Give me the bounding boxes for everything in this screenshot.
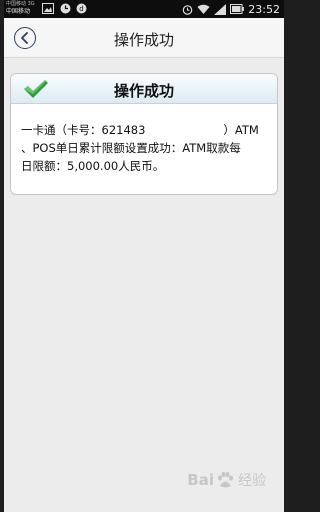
nav-header: 操作成功 bbox=[4, 18, 284, 58]
carrier-block: 中国移动 3G 中国移动 bbox=[6, 1, 40, 16]
message-line-1-end: ）ATM bbox=[223, 123, 259, 137]
svg-text:d: d bbox=[79, 5, 83, 13]
watermark-brand-right: 经验 bbox=[238, 473, 266, 489]
message-line-3: 日限额：5,000.00人民币。 bbox=[21, 159, 165, 173]
result-card-title: 操作成功 bbox=[113, 82, 174, 100]
result-card-header: 操作成功 bbox=[11, 74, 277, 104]
app-screen: 中国移动 3G 中国移动 d 23:52 操作成功 操作成功 一卡通（卡号：62… bbox=[4, 0, 284, 512]
baidu-watermark: Bai 经验 bbox=[187, 470, 266, 490]
message-line-1-start: 一卡通（卡号：621483 bbox=[21, 123, 146, 137]
carrier-name: 中国移动 bbox=[6, 8, 31, 15]
image-icon bbox=[42, 3, 54, 14]
result-message: 一卡通（卡号：621483 ）ATM 、POS单日累计限额设置成功：ATM取款每 … bbox=[11, 104, 277, 175]
message-line-1: 一卡通（卡号：621483 ）ATM bbox=[21, 121, 267, 139]
signal-icon bbox=[214, 3, 227, 15]
battery-icon bbox=[230, 4, 245, 14]
clock-icon bbox=[60, 3, 71, 14]
carrier-network: 中国移动 3G bbox=[6, 1, 35, 7]
status-bar: 中国移动 3G 中国移动 d 23:52 bbox=[4, 0, 284, 18]
notification-icon: d bbox=[76, 3, 87, 14]
alarm-icon bbox=[182, 4, 193, 15]
result-card: 操作成功 一卡通（卡号：621483 ）ATM 、POS单日累计限额设置成功：AT… bbox=[10, 73, 278, 195]
message-line-2: 、POS单日累计限额设置成功：ATM取款每 bbox=[21, 141, 241, 155]
page-title: 操作成功 bbox=[113, 31, 174, 49]
watermark-brand-left: Bai bbox=[187, 471, 214, 489]
status-right: 23:52 bbox=[182, 2, 280, 16]
status-time: 23:52 bbox=[248, 2, 280, 16]
wifi-icon bbox=[197, 4, 210, 14]
paw-icon bbox=[218, 471, 233, 488]
